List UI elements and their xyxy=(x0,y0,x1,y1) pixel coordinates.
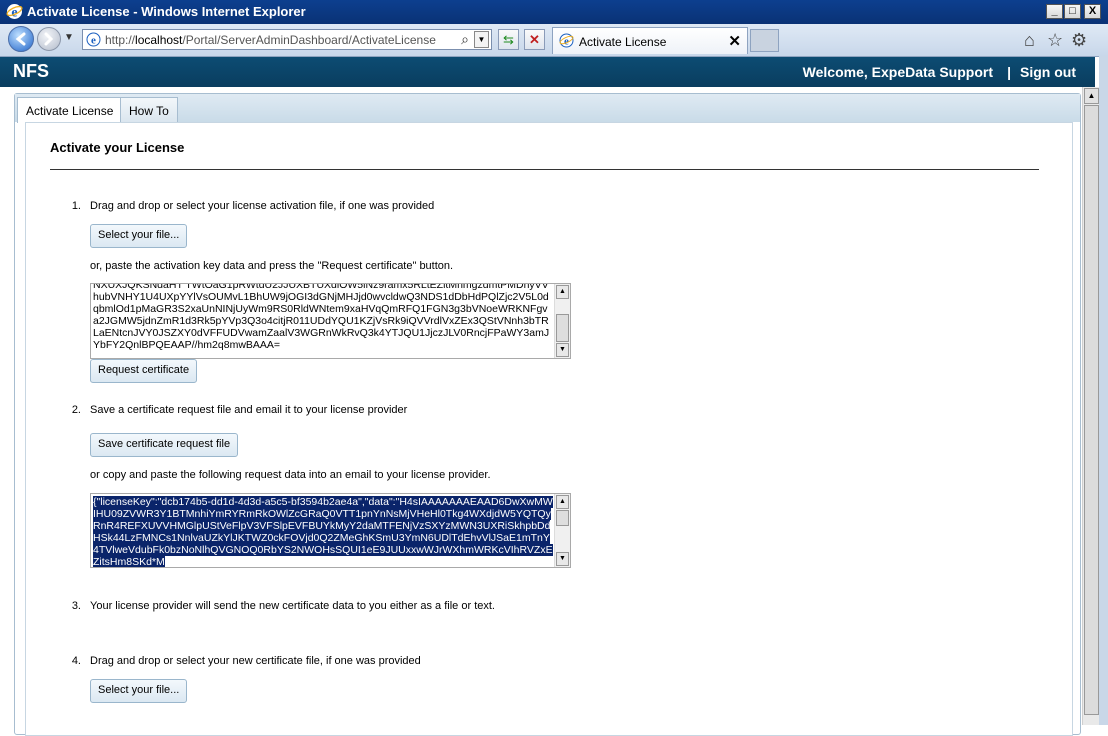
page-scrollbar[interactable]: ▲ xyxy=(1082,87,1099,725)
activation-key-scrollbar[interactable]: ▲ ▼ xyxy=(554,284,570,358)
star-icon[interactable]: ☆ xyxy=(1047,30,1063,51)
back-button[interactable] xyxy=(8,26,34,52)
request-data-selection: {"licenseKey":"dcb174b5-dd1d-4d3d-a5c5-b… xyxy=(93,496,553,568)
history-dropdown-icon[interactable]: ▼ xyxy=(64,32,74,43)
tab-how-to[interactable]: How To xyxy=(120,97,178,122)
scroll-thumb[interactable] xyxy=(556,510,569,526)
step-number: 4. xyxy=(71,655,81,667)
forward-arrow-icon xyxy=(44,32,54,46)
scroll-up-icon[interactable]: ▲ xyxy=(556,495,569,509)
tab-page-icon: e xyxy=(559,33,574,48)
step-text: Drag and drop or select your new certifi… xyxy=(90,655,421,667)
step-number: 1. xyxy=(71,200,81,212)
tab-strip: Activate License How To xyxy=(15,94,1080,123)
request-certificate-button[interactable]: Request certificate xyxy=(90,359,198,383)
url-path: /Portal/ServerAdminDashboard/ActivateLic… xyxy=(182,33,436,47)
stop-icon: ✕ xyxy=(529,32,540,47)
window-title-bar: e Activate License - Windows Internet Ex… xyxy=(0,0,1108,24)
request-data-text: {"licenseKey":"dcb174b5-dd1d-4d3d-a5c5-b… xyxy=(93,496,553,568)
step-number: 3. xyxy=(71,600,81,612)
request-data-textarea[interactable]: {"licenseKey":"dcb174b5-dd1d-4d3d-a5c5-b… xyxy=(90,493,571,568)
url-scheme: http:// xyxy=(105,33,136,47)
search-icon[interactable]: ⌕ xyxy=(461,31,469,48)
scroll-up-icon[interactable]: ▲ xyxy=(556,285,569,299)
step-text: Save a certificate request file and emai… xyxy=(90,404,408,416)
page-scroll-up-icon[interactable]: ▲ xyxy=(1084,88,1099,104)
select-certificate-file-button[interactable]: Select your file... xyxy=(90,679,188,703)
header-separator: | xyxy=(1007,64,1011,80)
tab-activate-license[interactable]: Activate License xyxy=(17,97,123,123)
select-activation-file-button[interactable]: Select your file... xyxy=(90,224,188,248)
stop-button[interactable]: ✕ xyxy=(524,29,545,50)
activation-key-text: NXUXJQKSNdaHT TWtOaG1pRWtdU2JJUXBTUXdlOW… xyxy=(93,283,550,351)
close-window-button[interactable]: X xyxy=(1084,4,1101,19)
forward-button[interactable] xyxy=(37,27,61,51)
page-scroll-thumb[interactable] xyxy=(1084,105,1099,715)
maximize-button[interactable]: □ xyxy=(1064,4,1081,19)
page-title: Activate your License xyxy=(50,140,185,155)
tab-title: Activate License xyxy=(579,35,667,49)
tab-content: Activate your License 1. Drag and drop o… xyxy=(25,122,1073,736)
ie-logo-icon: e xyxy=(6,4,23,20)
step-text: Your license provider will send the new … xyxy=(90,600,495,612)
activation-key-textarea[interactable]: NXUXJQKSNdaHT TWtOaG1pRWtdU2JJUXBTUXdlOW… xyxy=(90,283,571,359)
address-url[interactable]: http://localhost/Portal/ServerAdminDashb… xyxy=(105,33,436,47)
browser-toolbar: ▼ e http://localhost/Portal/ServerAdminD… xyxy=(0,24,1108,57)
browser-tab[interactable]: e Activate License ✕ xyxy=(552,27,748,54)
tab-close-icon[interactable]: ✕ xyxy=(728,32,741,50)
heading-divider xyxy=(50,169,1039,170)
scroll-down-icon[interactable]: ▼ xyxy=(556,552,569,566)
home-icon[interactable]: ⌂ xyxy=(1024,30,1035,51)
minimize-button[interactable]: _ xyxy=(1046,4,1063,19)
window-right-border xyxy=(1099,56,1108,725)
svg-text:e: e xyxy=(91,35,96,47)
main-panel: Activate License How To Activate your Li… xyxy=(14,93,1081,736)
new-tab-button[interactable] xyxy=(750,29,779,52)
save-certificate-request-button[interactable]: Save certificate request file xyxy=(90,433,239,457)
refresh-icon: ⇆ xyxy=(503,32,514,47)
step-text: Drag and drop or select your license act… xyxy=(90,200,435,212)
brand-logo[interactable]: NFS xyxy=(13,61,49,82)
sign-out-link[interactable]: Sign out xyxy=(1020,64,1076,80)
gear-icon[interactable]: ⚙ xyxy=(1071,30,1087,51)
step-number: 2. xyxy=(71,404,81,416)
copy-request-note: or copy and paste the following request … xyxy=(90,469,491,481)
refresh-button[interactable]: ⇆ xyxy=(498,29,519,50)
scroll-thumb[interactable] xyxy=(556,314,569,342)
paste-activation-note: or, paste the activation key data and pr… xyxy=(90,260,454,272)
window-title: Activate License - Windows Internet Expl… xyxy=(27,4,306,19)
welcome-text: Welcome, ExpeData Support xyxy=(802,64,993,80)
url-host: localhost xyxy=(135,33,183,47)
app-header: NFS Welcome, ExpeData Support | Sign out xyxy=(0,57,1095,87)
address-bar[interactable]: e http://localhost/Portal/ServerAdminDas… xyxy=(82,29,492,50)
address-dropdown-button[interactable]: ▼ xyxy=(474,31,489,48)
request-data-scrollbar[interactable]: ▲ ▼ xyxy=(554,494,570,567)
page-icon: e xyxy=(86,32,101,47)
back-arrow-icon xyxy=(15,32,26,46)
scroll-down-icon[interactable]: ▼ xyxy=(556,343,569,357)
